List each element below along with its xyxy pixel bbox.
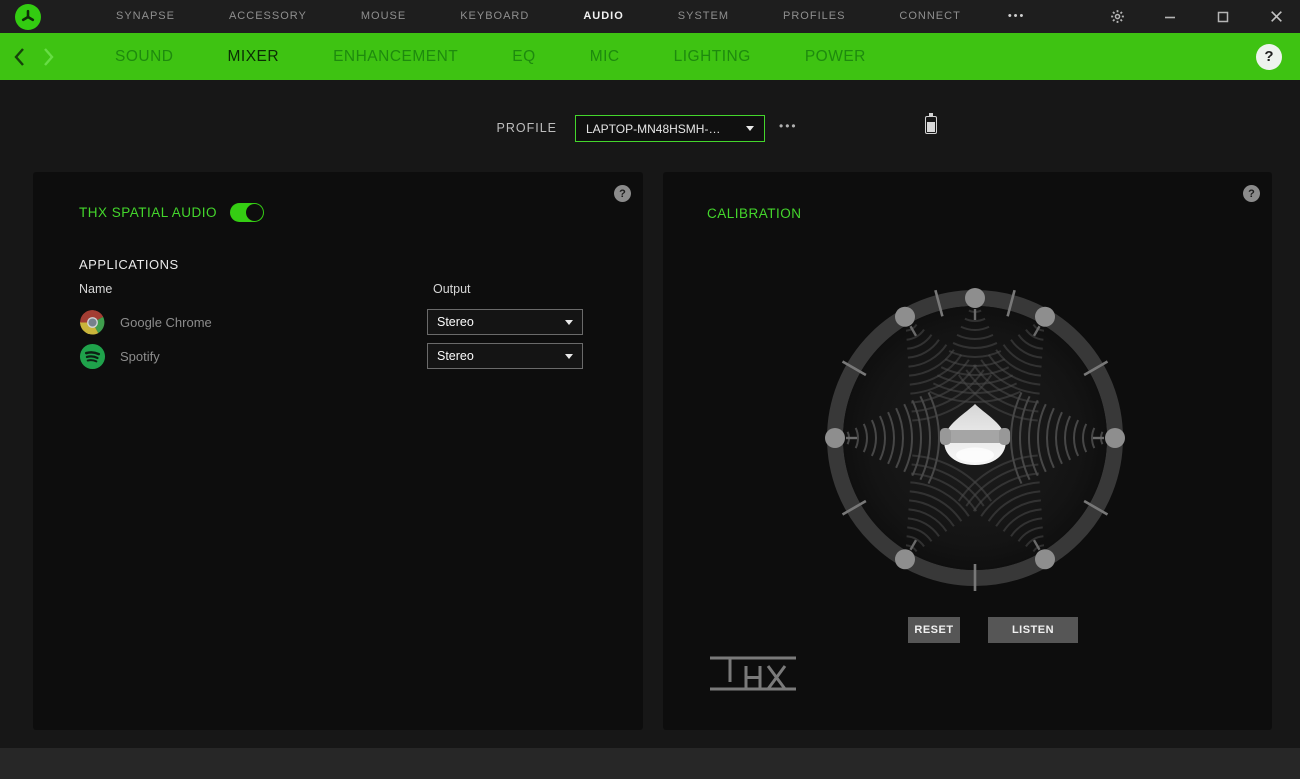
chevron-down-icon bbox=[565, 354, 573, 359]
table-row: Google Chrome Stereo bbox=[79, 307, 599, 337]
menu-item-audio[interactable]: AUDIO bbox=[556, 0, 650, 33]
subnav-tabs: SOUND MIXER ENHANCEMENT EQ MIC LIGHTING … bbox=[88, 33, 893, 80]
thx-spatial-audio-title: THX SPATIAL AUDIO bbox=[79, 205, 217, 220]
chevron-down-icon bbox=[746, 126, 754, 131]
spotify-icon bbox=[79, 343, 106, 370]
titlebar-menu: SYNAPSE ACCESSORY MOUSE KEYBOARD AUDIO S… bbox=[89, 0, 1045, 33]
tab-mic[interactable]: MIC bbox=[563, 33, 647, 80]
calibration-panel: ? CALIBRATION RESET LISTEN bbox=[663, 172, 1272, 730]
output-dropdown-value: Stereo bbox=[437, 349, 565, 363]
maximize-icon[interactable] bbox=[1215, 9, 1231, 25]
back-chevron-icon[interactable] bbox=[8, 33, 30, 80]
reset-button[interactable]: RESET bbox=[908, 617, 960, 643]
tab-mixer[interactable]: MIXER bbox=[200, 33, 306, 80]
gear-icon[interactable] bbox=[1109, 9, 1125, 25]
output-dropdown-spotify[interactable]: Stereo bbox=[427, 343, 583, 369]
table-row: Spotify Stereo bbox=[79, 341, 599, 371]
chevron-down-icon bbox=[565, 320, 573, 325]
window-controls bbox=[1109, 9, 1284, 25]
calibration-title: CALIBRATION bbox=[707, 206, 802, 221]
column-header-name: Name bbox=[79, 282, 112, 296]
razer-logo-icon[interactable] bbox=[15, 4, 41, 30]
output-dropdown-chrome[interactable]: Stereo bbox=[427, 309, 583, 335]
battery-icon[interactable] bbox=[925, 116, 937, 134]
tab-power[interactable]: POWER bbox=[778, 33, 893, 80]
help-icon[interactable]: ? bbox=[1256, 44, 1282, 70]
tab-lighting[interactable]: LIGHTING bbox=[647, 33, 778, 80]
thx-spatial-audio-panel: ? THX SPATIAL AUDIO APPLICATIONS Name Ou… bbox=[33, 172, 643, 730]
profile-dropdown[interactable]: LAPTOP-MN48HSMH-… bbox=[575, 115, 765, 142]
menu-item-connect[interactable]: CONNECT bbox=[872, 0, 987, 33]
tab-sound[interactable]: SOUND bbox=[88, 33, 200, 80]
menu-item-synapse[interactable]: SYNAPSE bbox=[89, 0, 202, 33]
output-dropdown-value: Stereo bbox=[437, 315, 565, 329]
subnav: SOUND MIXER ENHANCEMENT EQ MIC LIGHTING … bbox=[0, 33, 1300, 80]
applications-title: APPLICATIONS bbox=[79, 257, 179, 272]
app-name: Spotify bbox=[120, 349, 160, 364]
forward-chevron-icon[interactable] bbox=[38, 33, 60, 80]
thx-spatial-audio-toggle[interactable] bbox=[230, 203, 264, 222]
footer-bar bbox=[0, 748, 1300, 779]
menu-item-system[interactable]: SYSTEM bbox=[651, 0, 756, 33]
tab-enhancement[interactable]: ENHANCEMENT bbox=[306, 33, 485, 80]
profile-dropdown-value: LAPTOP-MN48HSMH-… bbox=[586, 122, 746, 136]
menu-item-accessory[interactable]: ACCESSORY bbox=[202, 0, 334, 33]
menu-item-profiles[interactable]: PROFILES bbox=[756, 0, 872, 33]
profile-label: PROFILE bbox=[440, 121, 557, 135]
toggle-knob bbox=[246, 204, 263, 221]
chrome-icon bbox=[79, 309, 106, 336]
menu-item-mouse[interactable]: MOUSE bbox=[334, 0, 433, 33]
thx-logo bbox=[710, 655, 796, 693]
profile-more-icon[interactable]: ••• bbox=[779, 119, 798, 133]
column-header-output: Output bbox=[433, 282, 471, 296]
titlebar: SYNAPSE ACCESSORY MOUSE KEYBOARD AUDIO S… bbox=[0, 0, 1300, 33]
minimize-icon[interactable] bbox=[1162, 9, 1178, 25]
listen-button[interactable]: LISTEN bbox=[988, 617, 1078, 643]
menu-item-keyboard[interactable]: KEYBOARD bbox=[433, 0, 556, 33]
app-name: Google Chrome bbox=[120, 315, 212, 330]
close-icon[interactable] bbox=[1268, 9, 1284, 25]
panel-help-icon[interactable]: ? bbox=[614, 185, 631, 202]
tab-eq[interactable]: EQ bbox=[485, 33, 562, 80]
menu-overflow-icon[interactable]: ••• bbox=[988, 0, 1046, 33]
panel-help-icon[interactable]: ? bbox=[1243, 185, 1260, 202]
calibration-widget[interactable] bbox=[805, 268, 1145, 608]
